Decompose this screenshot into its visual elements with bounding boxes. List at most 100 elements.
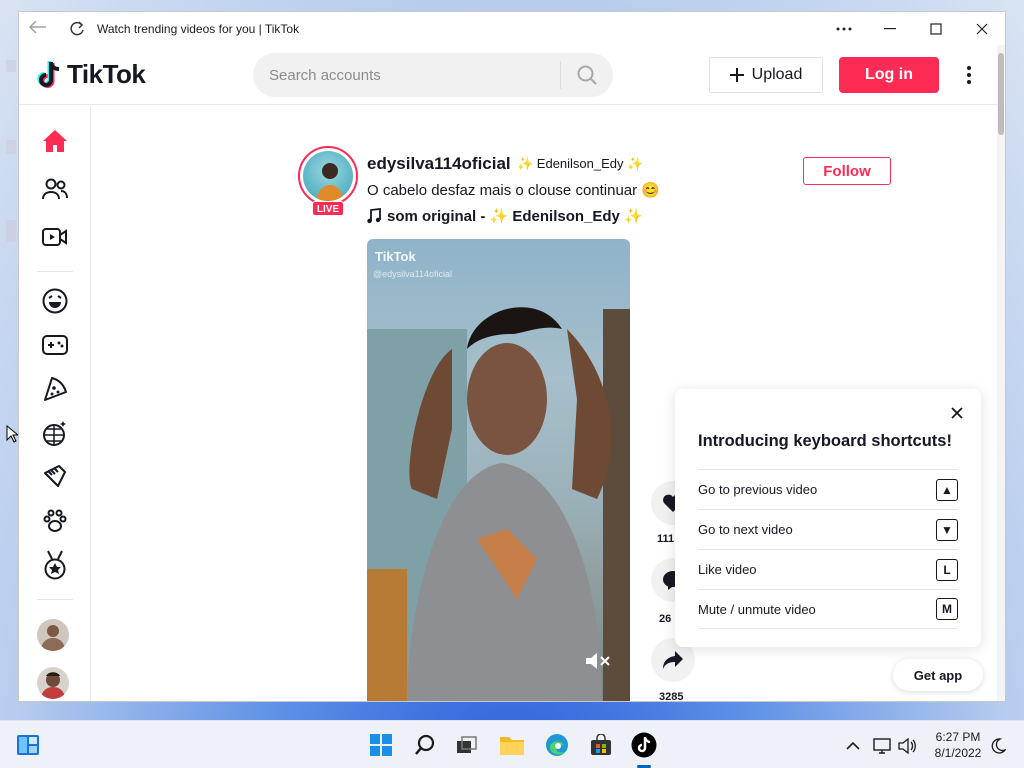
- tiktok-taskbar-button[interactable]: [631, 732, 657, 758]
- mute-button[interactable]: [585, 651, 611, 671]
- pizza-icon: [44, 377, 67, 401]
- start-button[interactable]: [368, 732, 394, 758]
- users-icon: [42, 178, 68, 200]
- video-camera-icon: [42, 228, 67, 246]
- site-header: TikTok Upload Log in: [19, 45, 1005, 105]
- close-popup-button[interactable]: [947, 403, 967, 423]
- login-button[interactable]: Log in: [839, 57, 939, 93]
- laughing-face-icon: [42, 288, 68, 314]
- author-nickname[interactable]: ✨ Edenilson_Edy ✨: [517, 156, 643, 172]
- speaker-icon: [898, 738, 916, 754]
- sidebar-item-comedy[interactable]: [41, 287, 69, 315]
- network-tray-button[interactable]: [873, 737, 893, 755]
- author-avatar[interactable]: [298, 146, 358, 206]
- key-m-icon: M: [936, 598, 958, 620]
- disco-ball-icon: [43, 421, 66, 446]
- medal-icon: [44, 550, 66, 580]
- sidebar-item-live[interactable]: [41, 223, 69, 251]
- close-window-button[interactable]: [959, 12, 1005, 45]
- comb-icon: [44, 465, 66, 487]
- scroll-thumb[interactable]: [998, 53, 1004, 135]
- search-icon: [577, 65, 597, 85]
- widgets-button[interactable]: [15, 732, 41, 758]
- sidebar-item-food[interactable]: [41, 375, 69, 403]
- shortcut-row: Go to next video ▼: [698, 509, 958, 549]
- file-explorer-button[interactable]: [499, 732, 525, 758]
- sidebar-item-home[interactable]: [41, 127, 69, 155]
- title-bar: Watch trending videos for you | TikTok: [19, 12, 1005, 45]
- sidebar: [19, 106, 91, 701]
- refresh-button[interactable]: [57, 20, 97, 37]
- like-count: 111: [657, 533, 675, 545]
- video-watermark-handle: @edysilva114oficial: [373, 269, 453, 279]
- more-vertical-icon: [967, 66, 971, 84]
- focus-assist-button[interactable]: [990, 737, 1006, 755]
- sidebar-divider: [37, 271, 73, 272]
- plus-icon: [729, 68, 744, 82]
- search-bar: [253, 53, 613, 97]
- taskbar: 6:27 PM 8/1/2022: [0, 720, 1024, 768]
- search-button[interactable]: [561, 53, 613, 97]
- video-player[interactable]: TikTok @edysilva114oficial: [367, 239, 630, 701]
- desktop-icon-fragment: [6, 140, 16, 154]
- store-button[interactable]: [588, 732, 614, 758]
- network-icon: [873, 738, 891, 754]
- follow-button[interactable]: Follow: [803, 157, 891, 185]
- live-badge: LIVE: [312, 201, 344, 216]
- share-count: 3285: [659, 691, 684, 702]
- tiktok-note-icon: [37, 60, 60, 88]
- tiktok-app-icon: [631, 732, 657, 758]
- avatar: [37, 619, 69, 651]
- music-note-icon: [367, 208, 381, 224]
- shortcut-label: Go to previous video: [698, 482, 818, 497]
- search-input[interactable]: [269, 66, 559, 84]
- system-clock[interactable]: 6:27 PM 8/1/2022: [926, 729, 990, 761]
- music-link[interactable]: som original - ✨ Edenilson_Edy ✨: [367, 207, 643, 225]
- home-icon: [43, 130, 67, 152]
- volume-tray-button[interactable]: [898, 737, 916, 755]
- clock-date: 8/1/2022: [934, 746, 982, 760]
- author-username[interactable]: edysilva114oficial: [367, 154, 511, 174]
- minimize-button[interactable]: [867, 12, 913, 45]
- sidebar-item-sports[interactable]: [41, 550, 69, 580]
- tiktok-logo[interactable]: TikTok: [37, 59, 146, 90]
- edge-browser-button[interactable]: [544, 732, 570, 758]
- shortcut-row: Go to previous video ▲: [698, 469, 958, 509]
- show-hidden-icons-button[interactable]: [846, 737, 860, 755]
- sidebar-item-following[interactable]: [41, 175, 69, 203]
- upload-button[interactable]: Upload: [709, 57, 823, 93]
- get-app-button[interactable]: Get app: [893, 659, 983, 691]
- popup-title: Introducing keyboard shortcuts!: [698, 432, 952, 450]
- sidebar-item-dance[interactable]: [41, 419, 69, 447]
- volume-muted-icon: [586, 653, 610, 669]
- edge-icon: [546, 734, 568, 756]
- settings-more-button[interactable]: [821, 12, 867, 45]
- sidebar-item-beauty[interactable]: [41, 463, 69, 491]
- sidebar-item-gaming[interactable]: [41, 331, 69, 359]
- logo-text: TikTok: [67, 59, 146, 89]
- sidebar-account-avatar[interactable]: [37, 667, 69, 699]
- more-options-button[interactable]: [959, 63, 979, 87]
- store-bag-icon: [591, 734, 611, 755]
- sidebar-account-avatar[interactable]: [37, 619, 69, 651]
- gamepad-icon: [42, 335, 68, 355]
- close-icon: [951, 407, 963, 419]
- window-title: Watch trending videos for you | TikTok: [97, 21, 300, 36]
- more-horizontal-icon: [836, 27, 852, 30]
- task-view-button[interactable]: [454, 732, 480, 758]
- moon-icon: [991, 738, 1006, 754]
- widgets-icon: [17, 735, 39, 755]
- video-watermark: TikTok: [375, 249, 416, 264]
- music-title: som original - ✨ Edenilson_Edy ✨: [387, 208, 643, 225]
- key-up-icon: ▲: [936, 478, 958, 501]
- avatar: [303, 151, 353, 201]
- shortcut-label: Like video: [698, 562, 757, 577]
- search-taskbar-button[interactable]: [412, 732, 438, 758]
- maximize-icon: [930, 22, 942, 35]
- back-button[interactable]: [19, 20, 57, 37]
- page-scrollbar[interactable]: [997, 45, 1005, 701]
- key-down-icon: ▼: [936, 518, 958, 541]
- video-caption: O cabelo desfaz mais o clouse continuar …: [367, 182, 660, 199]
- sidebar-item-animals[interactable]: [41, 507, 69, 535]
- maximize-button[interactable]: [913, 12, 959, 45]
